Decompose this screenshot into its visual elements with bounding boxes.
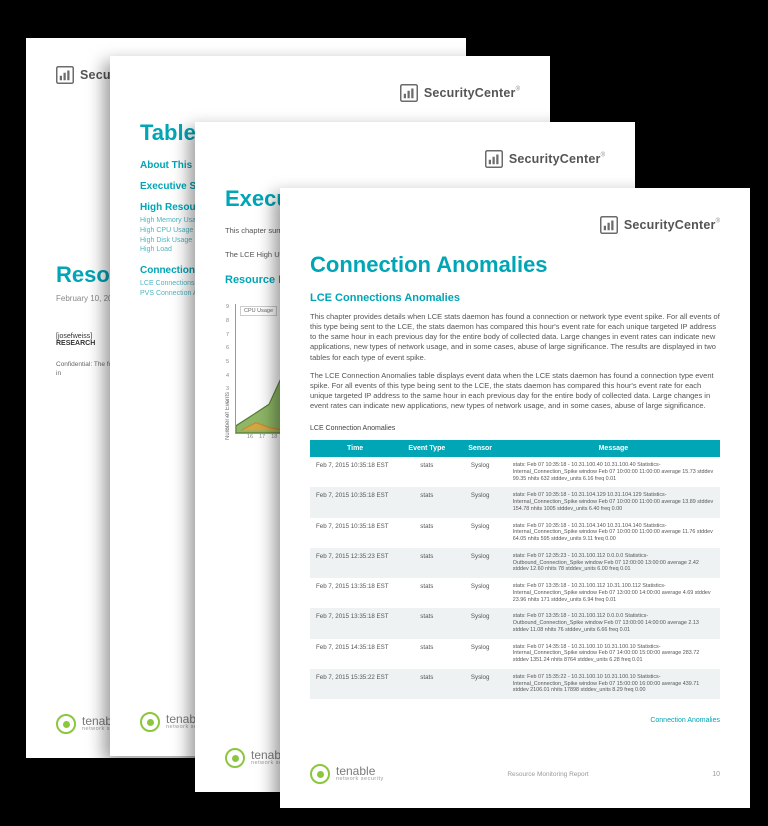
chart-ytick: 3	[226, 386, 229, 392]
table-row: Feb 7, 2015 10:35:18 ESTstatsSyslogstats…	[310, 487, 720, 517]
table-cell-sensor: Syslog	[453, 518, 506, 548]
chart-xtick: 18	[271, 434, 277, 440]
chart-xtick: 16	[247, 434, 253, 440]
bar-chart-icon	[400, 84, 418, 102]
securitycenter-logo: SecurityCenter®	[600, 216, 720, 234]
table-cell-sensor: Syslog	[453, 669, 506, 699]
page-footer: tenable network security Resource Monito…	[310, 750, 720, 784]
table-cell-msg: stats: Feb 07 13:35:18 - 10.31.100.112 1…	[507, 578, 720, 608]
bar-chart-icon	[485, 150, 503, 168]
page-header: SecurityCenter®	[140, 84, 520, 102]
table-cell-sensor: Syslog	[453, 548, 506, 578]
anomalies-subtitle: LCE Connections Anomalies	[310, 292, 720, 304]
table-cell-type: stats	[400, 639, 453, 669]
table-cell-time: Feb 7, 2015 10:35:18 EST	[310, 518, 400, 548]
page-header: SecurityCenter®	[310, 216, 720, 234]
table-row: Feb 7, 2015 15:35:22 ESTstatsSyslogstats…	[310, 669, 720, 699]
table-cell-msg: stats: Feb 07 10:35:18 - 10.31.104.129 1…	[507, 487, 720, 517]
table-cell-time: Feb 7, 2015 14:35:18 EST	[310, 639, 400, 669]
report-page-connection-anomalies: SecurityCenter® Connection Anomalies LCE…	[280, 188, 750, 808]
table-body: Feb 7, 2015 10:35:18 ESTstatsSyslogstats…	[310, 457, 720, 699]
table-cell-sensor: Syslog	[453, 639, 506, 669]
table-header-cell: Sensor	[453, 440, 506, 457]
chart-ytick: 8	[226, 318, 229, 324]
table-cell-type: stats	[400, 548, 453, 578]
chart-ytick: 5	[226, 359, 229, 365]
table-cell-sensor: Syslog	[453, 487, 506, 517]
footer-section-link: Connection Anomalies	[650, 717, 720, 724]
table-row: Feb 7, 2015 13:35:18 ESTstatsSyslogstats…	[310, 578, 720, 608]
tenable-ring-icon	[225, 748, 245, 768]
table-cell-msg: stats: Feb 07 10:35:18 - 10.31.100.40 10…	[507, 457, 720, 487]
table-cell-msg: stats: Feb 07 12:35:23 - 10.31.100.112 0…	[507, 548, 720, 578]
table-header-row: TimeEvent TypeSensorMessage	[310, 440, 720, 457]
chart-xtick: 17	[259, 434, 265, 440]
table-cell-time: Feb 7, 2015 10:35:18 EST	[310, 487, 400, 517]
anomalies-title: Connection Anomalies	[310, 252, 720, 278]
table-cell-type: stats	[400, 608, 453, 638]
anomalies-para-2: The LCE Connection Anomalies table displ…	[310, 371, 720, 412]
footer-page-number: 10	[712, 771, 720, 778]
bar-chart-icon	[56, 66, 74, 84]
securitycenter-logo: SecurityCenter®	[485, 150, 605, 168]
table-row: Feb 7, 2015 10:35:18 ESTstatsSyslogstats…	[310, 518, 720, 548]
table-cell-type: stats	[400, 669, 453, 699]
table-cell-type: stats	[400, 487, 453, 517]
bar-chart-icon	[600, 216, 618, 234]
table-cell-time: Feb 7, 2015 13:35:18 EST	[310, 578, 400, 608]
chart-ytick: 1	[226, 414, 229, 420]
table-row: Feb 7, 2015 14:35:18 ESTstatsSyslogstats…	[310, 639, 720, 669]
table-cell-time: Feb 7, 2015 15:35:22 EST	[310, 669, 400, 699]
chart-legend: CPU Usage	[240, 306, 277, 316]
footer-center: Resource Monitoring Report	[507, 771, 588, 778]
chart-ytick: 0	[226, 427, 229, 433]
table-cell-time: Feb 7, 2015 13:35:18 EST	[310, 608, 400, 638]
table-cell-sensor: Syslog	[453, 457, 506, 487]
table-cell-type: stats	[400, 518, 453, 548]
chart-ytick: 4	[226, 373, 229, 379]
table-row: Feb 7, 2015 10:35:18 ESTstatsSyslogstats…	[310, 457, 720, 487]
table-cell-sensor: Syslog	[453, 608, 506, 638]
table-cell-time: Feb 7, 2015 12:35:23 EST	[310, 548, 400, 578]
table-header-cell: Message	[507, 440, 720, 457]
tenable-ring-icon	[56, 714, 76, 734]
chart-yticks: 9 8 7 6 5 4 3 2 1 0	[226, 304, 229, 433]
table-header-cell: Event Type	[400, 440, 453, 457]
anomalies-table: TimeEvent TypeSensorMessage Feb 7, 2015 …	[310, 440, 720, 699]
table-row: Feb 7, 2015 13:35:18 ESTstatsSyslogstats…	[310, 608, 720, 638]
tenable-ring-icon	[310, 764, 330, 784]
securitycenter-logo: SecurityCenter®	[400, 84, 520, 102]
anomalies-para-1: This chapter provides details when LCE s…	[310, 312, 720, 363]
chart-ytick: 7	[226, 332, 229, 338]
table-cell-time: Feb 7, 2015 10:35:18 EST	[310, 457, 400, 487]
page-header: SecurityCenter®	[225, 150, 605, 168]
tenable-logo: tenable network security	[310, 764, 384, 784]
table-cell-type: stats	[400, 578, 453, 608]
table-cell-msg: stats: Feb 07 15:35:22 - 10.31.100.10 10…	[507, 669, 720, 699]
table-cell-msg: stats: Feb 07 10:35:18 - 10.31.104.140 1…	[507, 518, 720, 548]
table-cell-msg: stats: Feb 07 14:35:18 - 10.31.100.10 10…	[507, 639, 720, 669]
table-cell-sensor: Syslog	[453, 578, 506, 608]
table-cell-msg: stats: Feb 07 13:35:18 - 10.31.100.112 0…	[507, 608, 720, 638]
table-cell-type: stats	[400, 457, 453, 487]
table-row: Feb 7, 2015 12:35:23 ESTstatsSyslogstats…	[310, 548, 720, 578]
chart-ytick: 9	[226, 304, 229, 310]
chart-ytick: 2	[226, 400, 229, 406]
table-header-cell: Time	[310, 440, 400, 457]
table-caption: LCE Connection Anomalies	[310, 425, 720, 432]
chart-ytick: 6	[226, 345, 229, 351]
tenable-ring-icon	[140, 712, 160, 732]
